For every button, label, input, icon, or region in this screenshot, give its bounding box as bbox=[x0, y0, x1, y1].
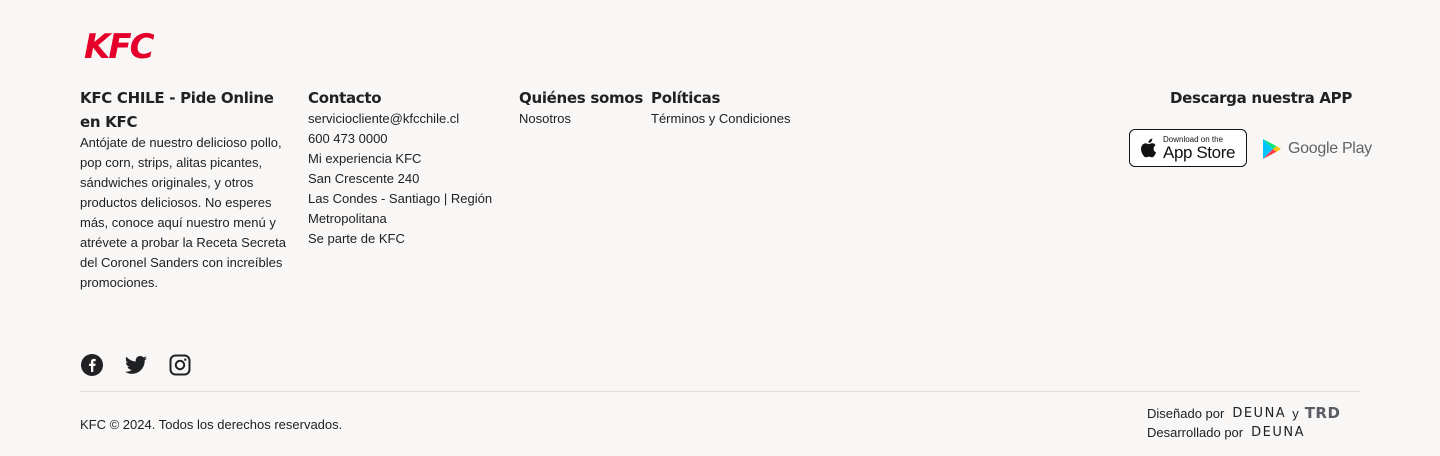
about-title: KFC CHILE - Pide Online en KFC bbox=[80, 89, 274, 131]
quienes-section: Quiénes somos Nosotros bbox=[519, 86, 644, 129]
copyright-text: KFC © 2024. Todos los derechos reservado… bbox=[80, 417, 343, 432]
twitter-icon[interactable] bbox=[124, 353, 148, 377]
quienes-title: Quiénes somos bbox=[519, 89, 643, 107]
mi-experiencia-link[interactable]: Mi experiencia KFC bbox=[308, 149, 508, 169]
contact-phone-link[interactable]: 600 473 0000 bbox=[308, 129, 508, 149]
google-play-icon bbox=[1263, 139, 1281, 159]
credits: Diseñado por DEUNA y TRD Desarrollado po… bbox=[1147, 404, 1340, 442]
deuna-logo[interactable]: DEUNA bbox=[1232, 404, 1286, 423]
se-parte-link[interactable]: Se parte de KFC bbox=[308, 229, 508, 249]
about-section: KFC CHILE - Pide Online en KFC Antójate … bbox=[80, 86, 292, 293]
kfc-logo-text: KFC bbox=[84, 28, 155, 62]
instagram-icon[interactable] bbox=[168, 353, 192, 377]
appstore-big-text: App Store bbox=[1163, 142, 1236, 162]
nosotros-link[interactable]: Nosotros bbox=[519, 109, 644, 129]
facebook-icon[interactable] bbox=[80, 353, 104, 377]
politicas-section: Políticas Términos y Condiciones bbox=[651, 86, 831, 129]
designed-by-label: Diseñado por bbox=[1147, 406, 1225, 421]
trd-logo[interactable]: TRD bbox=[1305, 404, 1341, 423]
developed-by-label: Desarrollado por bbox=[1147, 425, 1244, 440]
terminos-link[interactable]: Términos y Condiciones bbox=[651, 109, 831, 129]
kfc-logo[interactable]: KFC bbox=[82, 27, 188, 67]
footer-divider bbox=[80, 391, 1360, 392]
google-play-button[interactable]: Google Play bbox=[1262, 134, 1372, 164]
about-text: Antójate de nuestro delicioso pollo, pop… bbox=[80, 135, 286, 290]
app-store-button[interactable]: Download on the App Store bbox=[1129, 129, 1247, 167]
apple-icon bbox=[1141, 138, 1157, 158]
contact-email-link[interactable]: serviciocliente@kfcchile.cl bbox=[308, 109, 508, 129]
contact-title: Contacto bbox=[308, 89, 382, 107]
credits-conjunction: y bbox=[1292, 406, 1299, 421]
deuna-logo-dev[interactable]: DEUNA bbox=[1251, 423, 1305, 442]
app-download-title: Descarga nuestra APP bbox=[1170, 89, 1353, 107]
contact-section: Contacto serviciocliente@kfcchile.cl 600… bbox=[308, 86, 508, 249]
contact-city: Las Condes - Santiago | Región Metropoli… bbox=[308, 191, 493, 226]
contact-address: San Crescente 240 bbox=[308, 171, 420, 186]
politicas-title: Políticas bbox=[651, 89, 721, 107]
google-play-text: Google Play bbox=[1288, 140, 1372, 157]
